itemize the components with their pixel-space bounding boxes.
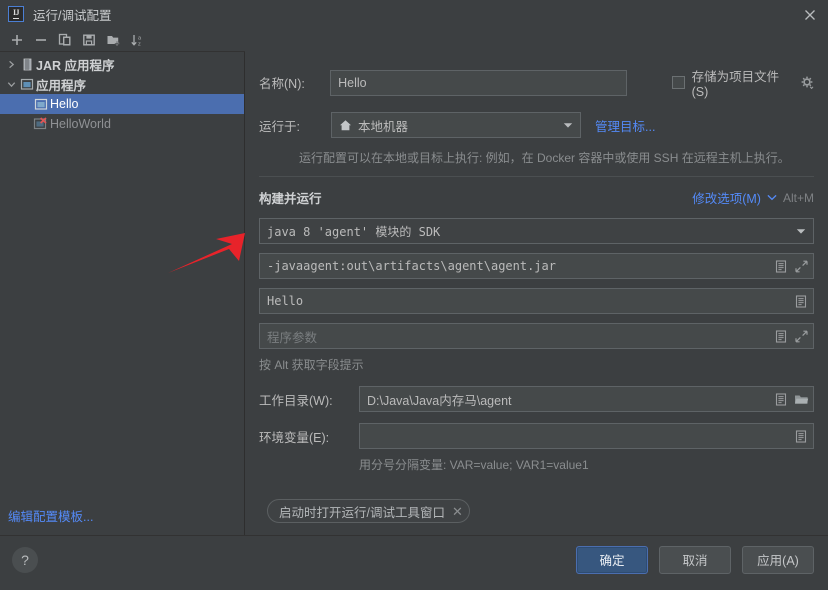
chevron-down-icon[interactable]: [558, 113, 578, 137]
working-directory-field[interactable]: D:\Java\Java内存马\agent: [359, 386, 814, 412]
store-as-project-file-label: 存储为项目文件(S): [691, 70, 780, 99]
environment-variables-field[interactable]: [359, 423, 814, 449]
name-row: 名称(N): Hello 存储为项目文件(S): [259, 66, 814, 99]
tree-node-label: Hello: [50, 97, 79, 111]
svg-text:z: z: [138, 41, 141, 47]
jar-icon: [18, 58, 36, 71]
store-as-project-file-checkbox[interactable]: [671, 76, 685, 89]
expand-list-icon[interactable]: [771, 324, 791, 348]
apply-button[interactable]: 应用(A): [742, 545, 814, 574]
program-arguments-placeholder: 程序参数: [267, 330, 318, 345]
copy-configuration-button[interactable]: [54, 29, 76, 51]
run-on-dropdown[interactable]: 本地机器: [331, 112, 581, 138]
application-icon: [32, 98, 50, 111]
program-arguments-field[interactable]: 程序参数: [259, 323, 814, 349]
application-icon: [32, 117, 50, 131]
tree-node-application[interactable]: 应用程序: [0, 74, 244, 94]
manage-targets-link[interactable]: 管理目标...: [595, 116, 655, 135]
run-on-row: 运行于: 本地机器 管理目标...: [259, 112, 814, 138]
expand-editor-icon[interactable]: [791, 254, 811, 278]
configurations-tree: JAR 应用程序 应用程序 Hello HelloWorld: [0, 52, 244, 500]
window-titlebar: IJ 运行/调试配置: [0, 0, 828, 28]
working-directory-row: 工作目录(W): D:\Java\Java内存马\agent: [259, 386, 814, 412]
cancel-button[interactable]: 取消: [659, 545, 731, 574]
dialog-footer: ? 确定 取消 应用(A): [0, 535, 828, 583]
help-button[interactable]: ?: [12, 546, 38, 573]
modify-options-link[interactable]: 修改选项(M): [692, 188, 761, 207]
add-configuration-button[interactable]: [6, 29, 28, 51]
options-chip-row: 启动时打开运行/调试工具窗口 ✕: [267, 499, 814, 523]
environment-variables-label: 环境变量(E):: [259, 430, 330, 445]
chevron-down-icon[interactable]: [767, 194, 777, 201]
edit-env-variables-icon[interactable]: [791, 424, 811, 448]
environment-variables-row: 环境变量(E):: [259, 423, 814, 449]
home-icon: [339, 119, 352, 132]
tree-node-label: JAR 应用程序: [36, 58, 115, 73]
main-class-value: Hello: [267, 294, 304, 308]
tree-node-hello[interactable]: Hello: [0, 94, 244, 114]
alt-hint: 按 Alt 获取字段提示: [259, 358, 364, 372]
name-label: 名称(N):: [259, 77, 305, 91]
activate-tool-window-chip[interactable]: 启动时打开运行/调试工具窗口 ✕: [267, 499, 470, 523]
remove-configuration-button[interactable]: [30, 29, 52, 51]
main-class-field[interactable]: Hello: [259, 288, 814, 314]
tree-node-jar-application[interactable]: JAR 应用程序: [0, 54, 244, 74]
save-configuration-button[interactable]: [78, 29, 100, 51]
new-folder-button[interactable]: [102, 29, 124, 51]
section-title: 构建并运行: [259, 192, 322, 206]
vm-options-value: -javaagent:out\artifacts\agent\agent.jar: [267, 259, 556, 273]
run-on-value: 本地机器: [358, 119, 409, 134]
dialog-buttons: 确定 取消 应用(A): [576, 545, 814, 574]
activate-tool-window-label: 启动时打开运行/调试工具窗口: [279, 505, 445, 520]
browse-class-icon[interactable]: [791, 289, 811, 313]
environment-variables-hint: 用分号分隔变量: VAR=value; VAR1=value1: [359, 458, 589, 472]
close-icon[interactable]: ✕: [452, 505, 463, 518]
window-title: 运行/调试配置: [33, 8, 112, 23]
chevron-right-icon[interactable]: [4, 60, 18, 69]
close-icon[interactable]: [800, 5, 820, 25]
ok-button[interactable]: 确定: [576, 545, 648, 574]
build-and-run-header: 构建并运行 修改选项(M) Alt+M: [259, 188, 814, 207]
configuration-editor-pane: 名称(N): Hello 存储为项目文件(S) 运行于: 本地机器 管理目标..…: [245, 52, 828, 535]
application-icon: [18, 78, 36, 91]
chevron-down-icon[interactable]: [791, 219, 811, 243]
working-directory-label: 工作目录(W):: [259, 393, 333, 408]
intellij-logo-icon: IJ: [8, 6, 24, 22]
configurations-toolbar: a z: [0, 28, 245, 52]
name-value: Hello: [338, 75, 367, 90]
expand-list-icon[interactable]: [771, 387, 791, 411]
run-on-label: 运行于:: [259, 119, 300, 134]
dialog-body: JAR 应用程序 应用程序 Hello HelloWorld 编辑配置模板...…: [0, 52, 828, 535]
vm-options-field[interactable]: -javaagent:out\artifacts\agent\agent.jar: [259, 253, 814, 279]
tree-node-label: HelloWorld: [50, 117, 111, 131]
sort-configurations-button[interactable]: a z: [126, 29, 148, 51]
run-on-hint: 运行配置可以在本地或目标上执行: 例如，在 Docker 容器中或使用 SSH …: [299, 151, 790, 165]
expand-editor-icon[interactable]: [791, 324, 811, 348]
jre-value: java 8 'agent' 模块的 SDK: [267, 224, 441, 239]
name-input[interactable]: Hello: [330, 69, 627, 96]
tree-node-helloworld[interactable]: HelloWorld: [0, 114, 244, 134]
expand-list-icon[interactable]: [771, 254, 791, 278]
chevron-down-icon[interactable]: [4, 80, 18, 89]
edit-configuration-templates-link[interactable]: 编辑配置模板...: [0, 500, 244, 535]
working-directory-value: D:\Java\Java内存马\agent: [367, 393, 512, 408]
section-divider: [259, 176, 814, 177]
jre-dropdown[interactable]: java 8 'agent' 模块的 SDK: [259, 218, 814, 244]
gear-icon[interactable]: [801, 76, 814, 89]
tree-node-label: 应用程序: [36, 78, 87, 93]
modify-options-shortcut: Alt+M: [782, 190, 814, 205]
browse-folder-icon[interactable]: [791, 387, 811, 411]
configurations-tree-pane: JAR 应用程序 应用程序 Hello HelloWorld 编辑配置模板...: [0, 52, 245, 535]
